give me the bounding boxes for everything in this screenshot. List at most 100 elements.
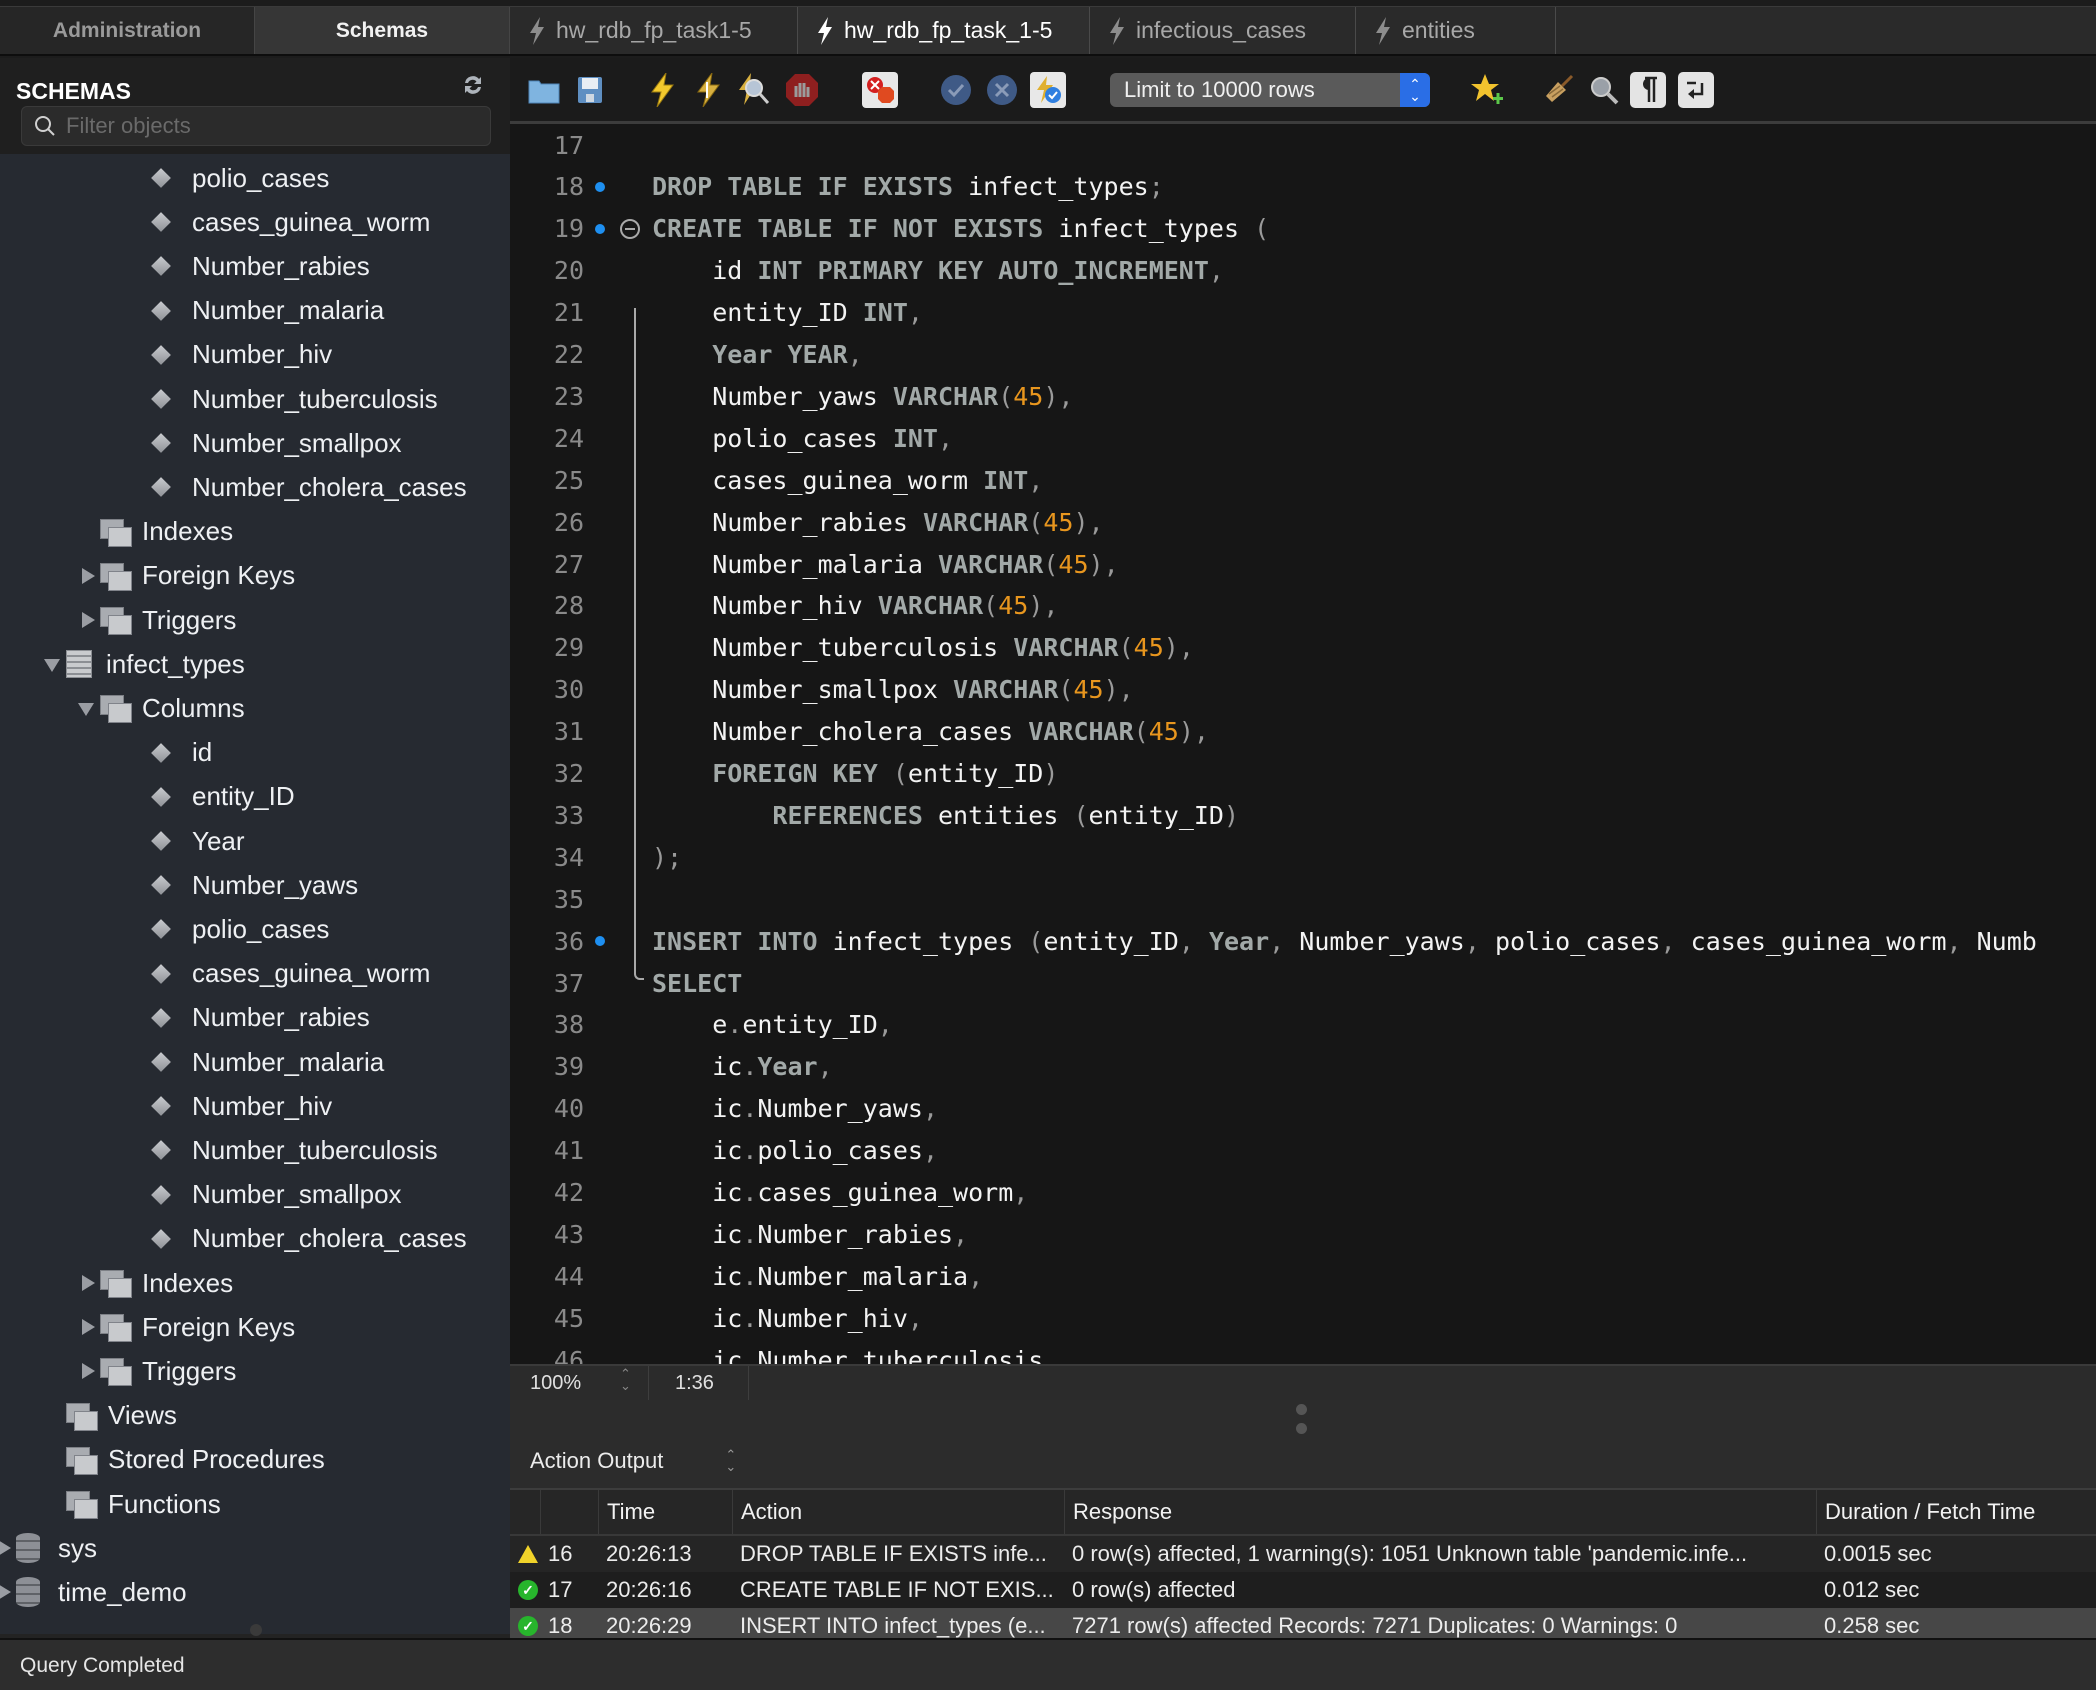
code-line[interactable]: 32 FOREIGN KEY (entity_ID) <box>510 753 2096 795</box>
code-line[interactable]: 22 Year YEAR, <box>510 334 2096 376</box>
beautify-button[interactable] <box>1540 72 1576 108</box>
code-line[interactable]: 43 ic.Number_rabies, <box>510 1213 2096 1255</box>
column-header-time[interactable]: Time <box>598 1490 732 1534</box>
tree-item-column[interactable]: Number_tuberculosis <box>151 377 438 421</box>
expand-triangle-down-icon[interactable] <box>78 699 96 717</box>
column-header-action[interactable]: Action <box>732 1490 1064 1534</box>
code-line[interactable]: 30 Number_smallpox VARCHAR(45), <box>510 669 2096 711</box>
tree-item-folder[interactable]: Views <box>44 1394 177 1438</box>
tree-item-folder[interactable]: Stored Procedures <box>44 1438 325 1482</box>
code-line[interactable]: 25 cases_guinea_worm INT, <box>510 459 2096 501</box>
doc-tab-hw-rdb-fp-task-1-5[interactable]: hw_rdb_fp_task_1-5 <box>798 7 1090 54</box>
execute-current-button[interactable] <box>690 72 726 108</box>
output-row[interactable]: ✓ 17 20:26:16 CREATE TABLE IF NOT EXIS... 0 … <box>510 1572 2096 1608</box>
rollback-button[interactable] <box>984 72 1020 108</box>
code-line[interactable]: 46 ic.Number_tuberculosis <box>510 1339 2096 1364</box>
code-line[interactable]: 28 Number_hiv VARCHAR(45), <box>510 585 2096 627</box>
doc-tab-hw-rdb-fp-task1-5[interactable]: hw_rdb_fp_task1-5 <box>510 7 798 54</box>
code-line[interactable]: 19 CREATE TABLE IF NOT EXISTS infect_type… <box>510 208 2096 250</box>
tree-item-folder[interactable]: Triggers <box>78 598 236 642</box>
tree-item-column[interactable]: Number_hiv <box>151 333 332 377</box>
expand-triangle-right-icon[interactable] <box>78 611 96 629</box>
code-line[interactable]: 38 e.entity_ID, <box>510 1004 2096 1046</box>
code-line[interactable]: 27 Number_malaria VARCHAR(45), <box>510 543 2096 585</box>
code-line[interactable]: 26 Number_rabies VARCHAR(45), <box>510 501 2096 543</box>
code-line[interactable]: 35 <box>510 878 2096 920</box>
sidebar-scroll-handle[interactable] <box>250 1624 262 1636</box>
code-line[interactable]: 40 ic.Number_yaws, <box>510 1088 2096 1130</box>
column-header-number[interactable] <box>540 1490 598 1534</box>
column-header-duration[interactable]: Duration / Fetch Time <box>1816 1490 2096 1534</box>
tree-item-schema[interactable]: sys <box>0 1526 97 1570</box>
toggle-stop-on-error-button[interactable] <box>862 72 898 108</box>
column-header-response[interactable]: Response <box>1064 1490 1816 1534</box>
execute-all-button[interactable] <box>644 72 680 108</box>
doc-tab-infectious-cases[interactable]: infectious_cases <box>1090 7 1356 54</box>
tree-item-folder[interactable]: Foreign Keys <box>78 1305 295 1349</box>
tree-item-column[interactable]: Number_malaria <box>151 1040 384 1084</box>
expand-triangle-down-icon[interactable] <box>44 655 62 673</box>
tree-item-column[interactable]: Number_hiv <box>151 1084 332 1128</box>
refresh-icon[interactable] <box>458 72 488 102</box>
tree-item-column[interactable]: polio_cases <box>151 156 329 200</box>
filter-objects-field[interactable] <box>21 106 491 146</box>
tree-item-column[interactable]: entity_ID <box>151 775 295 819</box>
stop-button[interactable] <box>784 72 820 108</box>
code-line[interactable]: 36 INSERT INTO infect_types (entity_ID, Y… <box>510 920 2096 962</box>
expand-triangle-right-icon[interactable] <box>78 1274 96 1292</box>
code-line[interactable]: 17 <box>510 124 2096 166</box>
tree-item-folder[interactable]: Triggers <box>78 1349 236 1393</box>
tree-item-column[interactable]: cases_guinea_worm <box>151 200 430 244</box>
output-type-select[interactable]: Action Output ⌃ ⌄ <box>530 1448 736 1474</box>
code-line[interactable]: 21 entity_ID INT, <box>510 292 2096 334</box>
tree-item-column[interactable]: Number_cholera_cases <box>151 465 467 509</box>
tree-item-folder[interactable]: Indexes <box>78 1261 233 1305</box>
commit-button[interactable] <box>938 72 974 108</box>
tab-administration[interactable]: Administration <box>0 7 255 54</box>
tree-item-folder[interactable]: Functions <box>44 1482 221 1526</box>
tree-item-column[interactable]: Number_yaws <box>151 863 358 907</box>
sql-code-editor[interactable]: 17 18 DROP TABLE IF EXISTS infect_types; 19… <box>510 124 2096 1364</box>
tree-item-column[interactable]: id <box>151 731 212 775</box>
tree-item-column[interactable]: Number_smallpox <box>151 1173 402 1217</box>
wrap-lines-button[interactable] <box>1678 72 1714 108</box>
code-line[interactable]: 20 id INT PRIMARY KEY AUTO_INCREMENT, <box>510 250 2096 292</box>
find-button[interactable] <box>1586 72 1622 108</box>
code-line[interactable]: 44 ic.Number_malaria, <box>510 1255 2096 1297</box>
tree-item-column[interactable]: Year <box>151 819 245 863</box>
zoom-stepper[interactable]: ⌃ ⌄ <box>620 1367 631 1392</box>
limit-rows-select[interactable]: Limit to 10000 rows ⌃ ⌄ <box>1110 73 1430 107</box>
code-line[interactable]: 24 polio_cases INT, <box>510 417 2096 459</box>
tree-item-column[interactable]: Number_cholera_cases <box>151 1217 467 1261</box>
tree-item-table[interactable]: infect_types <box>44 642 245 686</box>
code-line[interactable]: 31 Number_cholera_cases VARCHAR(45), <box>510 711 2096 753</box>
tree-item-column[interactable]: Number_smallpox <box>151 421 402 465</box>
save-button[interactable] <box>572 72 608 108</box>
open-file-button[interactable] <box>526 72 562 108</box>
expand-triangle-right-icon[interactable] <box>78 1362 96 1380</box>
filter-objects-input[interactable] <box>66 113 466 139</box>
code-line[interactable]: 42 ic.cases_guinea_worm, <box>510 1172 2096 1214</box>
code-line[interactable]: 29 Number_tuberculosis VARCHAR(45), <box>510 627 2096 669</box>
tree-item-column[interactable]: Number_tuberculosis <box>151 1128 438 1172</box>
add-snippet-button[interactable] <box>1470 72 1506 108</box>
code-line[interactable]: 37 SELECT <box>510 962 2096 1004</box>
collapse-fold-icon[interactable] <box>620 218 640 239</box>
tree-item-column[interactable]: Number_rabies <box>151 996 370 1040</box>
panel-resize-handle[interactable] <box>1296 1404 1308 1442</box>
tree-item-column[interactable]: polio_cases <box>151 907 329 951</box>
tree-item-folder[interactable]: Foreign Keys <box>78 554 295 598</box>
code-line[interactable]: 34); <box>510 836 2096 878</box>
code-line[interactable]: 23 Number_yaws VARCHAR(45), <box>510 375 2096 417</box>
expand-triangle-right-icon[interactable] <box>78 567 96 585</box>
autocommit-button[interactable] <box>1030 72 1066 108</box>
code-line[interactable]: 33 REFERENCES entities (entity_ID) <box>510 794 2096 836</box>
expand-triangle-right-icon[interactable] <box>78 1318 96 1336</box>
column-header-status[interactable] <box>510 1490 540 1534</box>
tree-item-folder[interactable]: Columns <box>78 686 245 730</box>
tab-schemas[interactable]: Schemas <box>255 7 510 54</box>
output-row[interactable]: 16 20:26:13 DROP TABLE IF EXISTS infe... 0 … <box>510 1536 2096 1572</box>
code-line[interactable]: 45 ic.Number_hiv, <box>510 1297 2096 1339</box>
expand-triangle-right-icon[interactable] <box>0 1539 12 1557</box>
tree-item-column[interactable]: Number_rabies <box>151 244 370 288</box>
